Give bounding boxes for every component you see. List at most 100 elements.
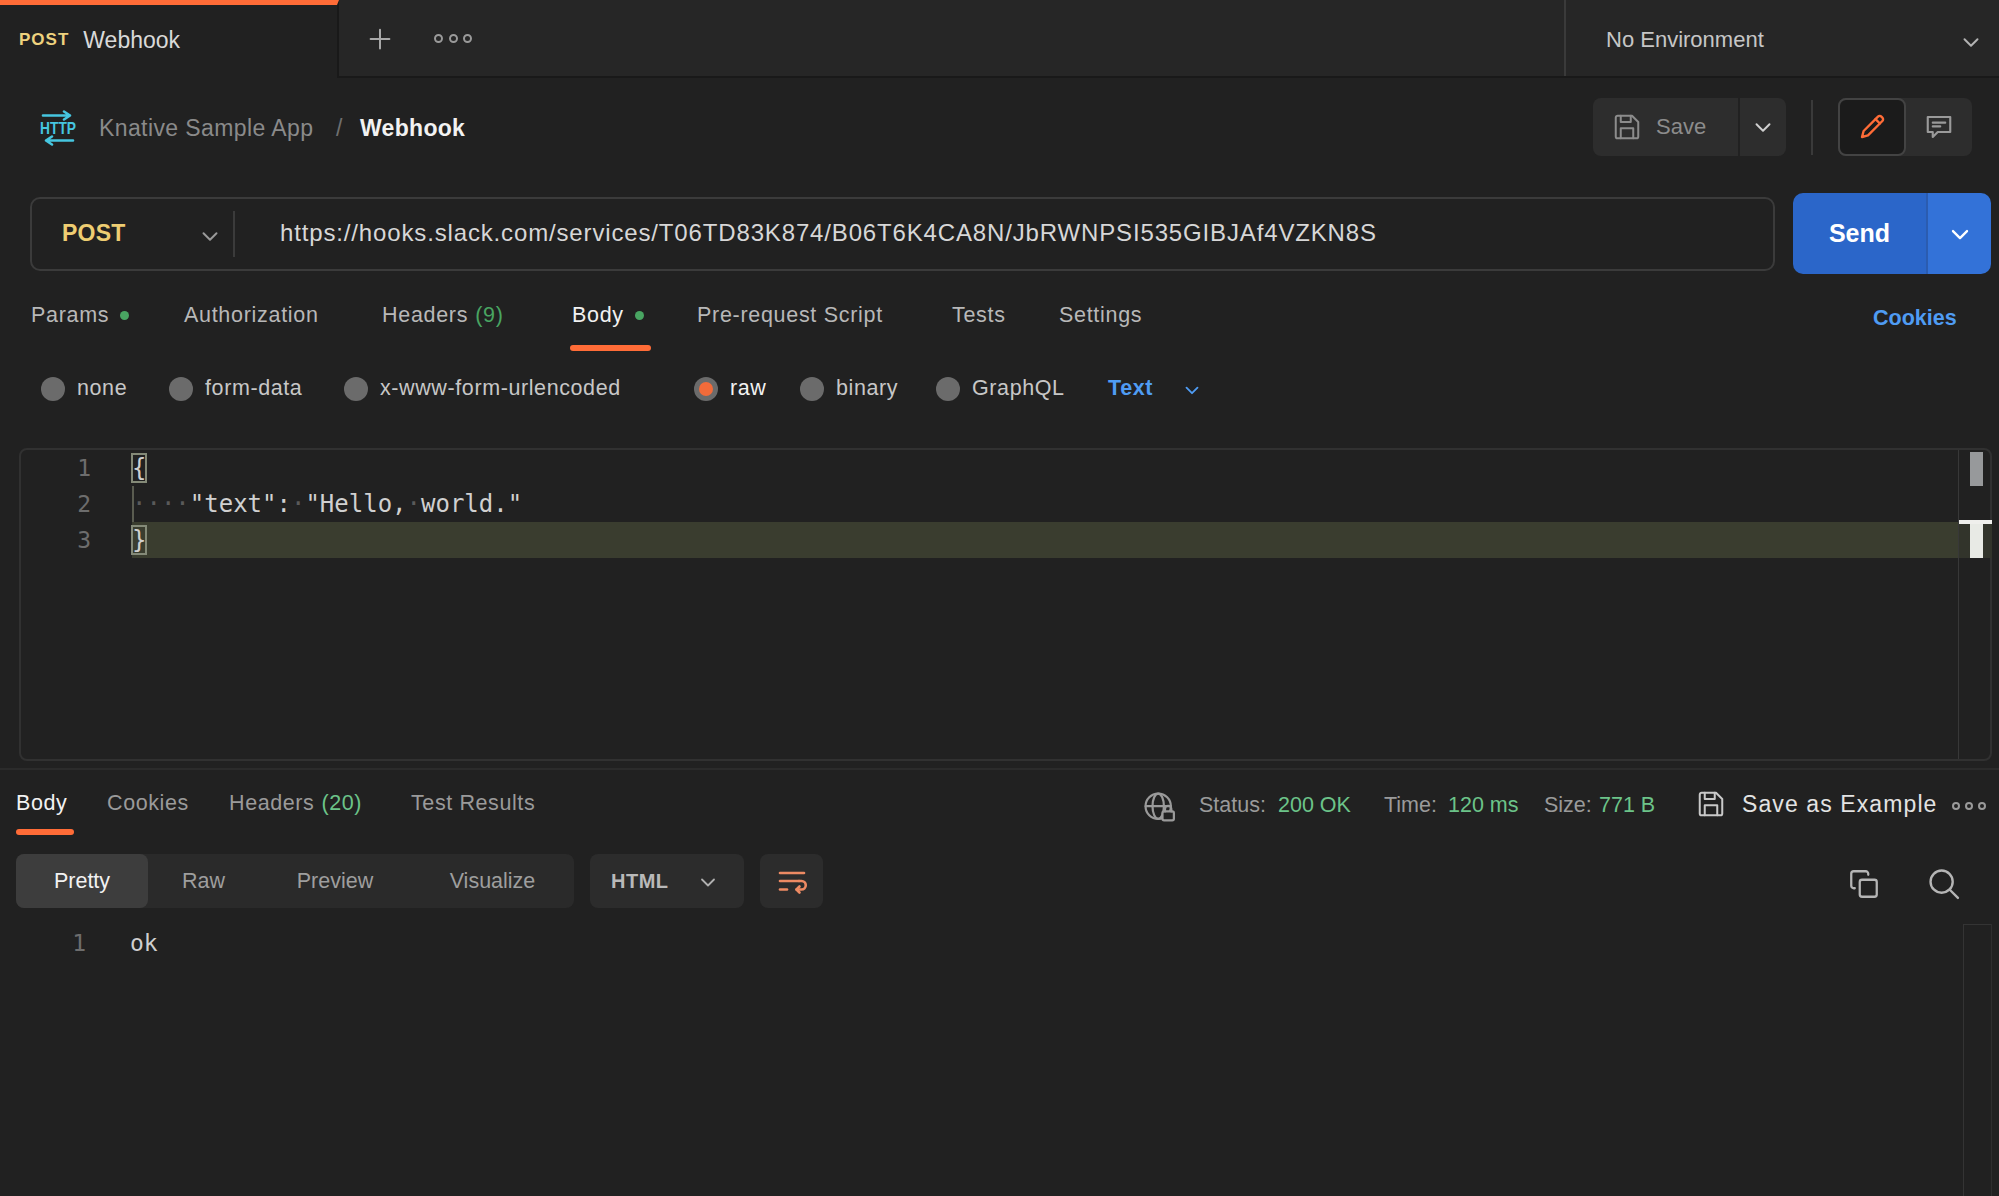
header-divider: [1811, 100, 1813, 155]
mode-raw[interactable]: raw: [694, 376, 766, 401]
breadcrumb-request-name[interactable]: Webhook: [360, 115, 465, 142]
response-tab-cookies[interactable]: Cookies: [107, 791, 189, 816]
http-badge-icon: HTTP: [38, 108, 78, 148]
response-tab-test-results[interactable]: Test Results: [411, 791, 535, 816]
radio-icon: [800, 377, 824, 401]
url-bar: POST https://hooks.slack.com/services/T0…: [30, 197, 1775, 271]
url-input[interactable]: https://hooks.slack.com/services/T06TD83…: [280, 219, 1377, 247]
response-active-tab-underline: [16, 829, 74, 835]
raw-format-selector[interactable]: Text: [1108, 376, 1205, 401]
mode-none[interactable]: none: [41, 376, 127, 401]
radio-icon: [41, 377, 65, 401]
mode-binary[interactable]: binary: [800, 376, 898, 401]
code-line-1: {: [132, 450, 522, 486]
chevron-down-icon: [1944, 220, 1976, 248]
view-raw[interactable]: Raw: [148, 854, 259, 908]
save-button-label: Save: [1656, 114, 1706, 140]
environment-chevron-icon[interactable]: [1956, 29, 1986, 55]
view-pretty[interactable]: Pretty: [16, 854, 148, 908]
send-button-label: Send: [1829, 219, 1890, 248]
save-button[interactable]: Save: [1593, 98, 1738, 156]
view-preview[interactable]: Preview: [259, 854, 411, 908]
headers-count: (9): [475, 303, 503, 328]
comment-icon: [1924, 112, 1954, 142]
svg-text:HTTP: HTTP: [40, 119, 76, 138]
plus-icon: [365, 24, 395, 54]
breadcrumb-separator: /: [336, 115, 342, 142]
code-line-3: }: [132, 522, 522, 558]
response-more-button[interactable]: [1952, 800, 1986, 812]
edit-request-button[interactable]: [1838, 98, 1906, 156]
tab-headers[interactable]: Headers(9): [382, 303, 504, 328]
line-number: 1: [21, 450, 91, 486]
response-ruler-border-top: [1963, 924, 1992, 925]
new-tab-button[interactable]: [363, 22, 397, 56]
mode-x-www-form-urlencoded[interactable]: x-www-form-urlencoded: [344, 376, 621, 401]
pane-splitter[interactable]: [0, 768, 1999, 770]
active-tab-underline: [570, 345, 651, 351]
save-floppy-icon: [1612, 112, 1642, 142]
response-line-1: ok: [130, 925, 158, 961]
method-selector[interactable]: POST: [62, 220, 125, 247]
tab-params[interactable]: Params: [31, 303, 129, 328]
environment-selector[interactable]: No Environment: [1606, 27, 1764, 53]
format-label: HTML: [611, 870, 669, 893]
url-divider: [233, 211, 235, 257]
mode-graphql[interactable]: GraphQL: [936, 376, 1065, 401]
view-visualize[interactable]: Visualize: [411, 854, 574, 908]
tab-method-badge: POST: [19, 30, 69, 50]
cookies-link[interactable]: Cookies: [1873, 306, 1957, 331]
save-as-example-label: Save as Example: [1742, 791, 1937, 818]
search-response-button[interactable]: [1922, 864, 1966, 904]
tab-pre-request-script[interactable]: Pre-request Script: [697, 303, 883, 328]
size-value: 771 B: [1599, 793, 1655, 818]
postman-app: POST Webhook No Environment HTTP Knative…: [0, 0, 1999, 1196]
save-as-example-button[interactable]: Save as Example: [1696, 789, 1937, 819]
globe-lock-icon[interactable]: [1140, 788, 1178, 826]
response-tab-headers[interactable]: Headers(20): [229, 791, 362, 816]
environment-divider: [1564, 0, 1566, 76]
request-tab-webhook[interactable]: POST Webhook: [0, 0, 339, 78]
more-tabs-icon: [434, 34, 443, 43]
response-format-selector[interactable]: HTML: [590, 854, 744, 908]
edit-pencil-icon: [1857, 112, 1887, 142]
status-value: 200 OK: [1278, 793, 1351, 818]
copy-icon: [1847, 867, 1881, 901]
send-options-button[interactable]: [1926, 193, 1991, 274]
wrap-lines-button[interactable]: [760, 854, 823, 908]
editor-code: { ····"text":·"Hello,·world." }: [132, 450, 522, 558]
save-options-button[interactable]: [1740, 98, 1786, 156]
more-tabs-button[interactable]: [434, 31, 472, 45]
editor-gutter: 1 2 3: [21, 450, 91, 558]
request-body-editor[interactable]: 1 2 3 { ····"text":·"Hello,·world." }: [19, 448, 1992, 761]
editor-cursor-mark-bar: [1970, 524, 1983, 558]
copy-response-button[interactable]: [1846, 866, 1882, 902]
editor-overview-ruler-border: [1958, 450, 1959, 759]
line-number: 1: [16, 925, 86, 961]
status-label: Status:: [1199, 793, 1266, 818]
time-label: Time:: [1384, 793, 1437, 818]
edit-comment-group: [1838, 98, 1972, 156]
chevron-down-icon: [694, 870, 722, 894]
send-button[interactable]: Send: [1793, 193, 1926, 274]
radio-icon: [936, 377, 960, 401]
method-chevron-icon[interactable]: [195, 223, 225, 249]
response-tab-body[interactable]: Body: [16, 791, 67, 816]
tab-settings[interactable]: Settings: [1059, 303, 1142, 328]
chevron-down-icon: [1179, 379, 1205, 401]
breadcrumb-collection[interactable]: Knative Sample App: [99, 115, 313, 142]
mode-form-data[interactable]: form-data: [169, 376, 302, 401]
tab-title: Webhook: [83, 27, 180, 54]
tab-tests[interactable]: Tests: [952, 303, 1006, 328]
search-icon: [1925, 865, 1963, 903]
request-tabs: Params Authorization Headers(9) Body Pre…: [0, 303, 1999, 335]
editor-scrollbar-thumb[interactable]: [1970, 452, 1983, 486]
tab-body[interactable]: Body: [572, 303, 644, 328]
tab-bar: POST Webhook No Environment: [0, 0, 1999, 78]
response-body-content[interactable]: ok: [130, 925, 158, 961]
size-label: Size:: [1544, 793, 1592, 818]
comment-button[interactable]: [1906, 98, 1972, 156]
code-line-2: ····"text":·"Hello,·world.": [132, 486, 522, 522]
params-dot-icon: [120, 311, 129, 320]
tab-authorization[interactable]: Authorization: [184, 303, 319, 328]
